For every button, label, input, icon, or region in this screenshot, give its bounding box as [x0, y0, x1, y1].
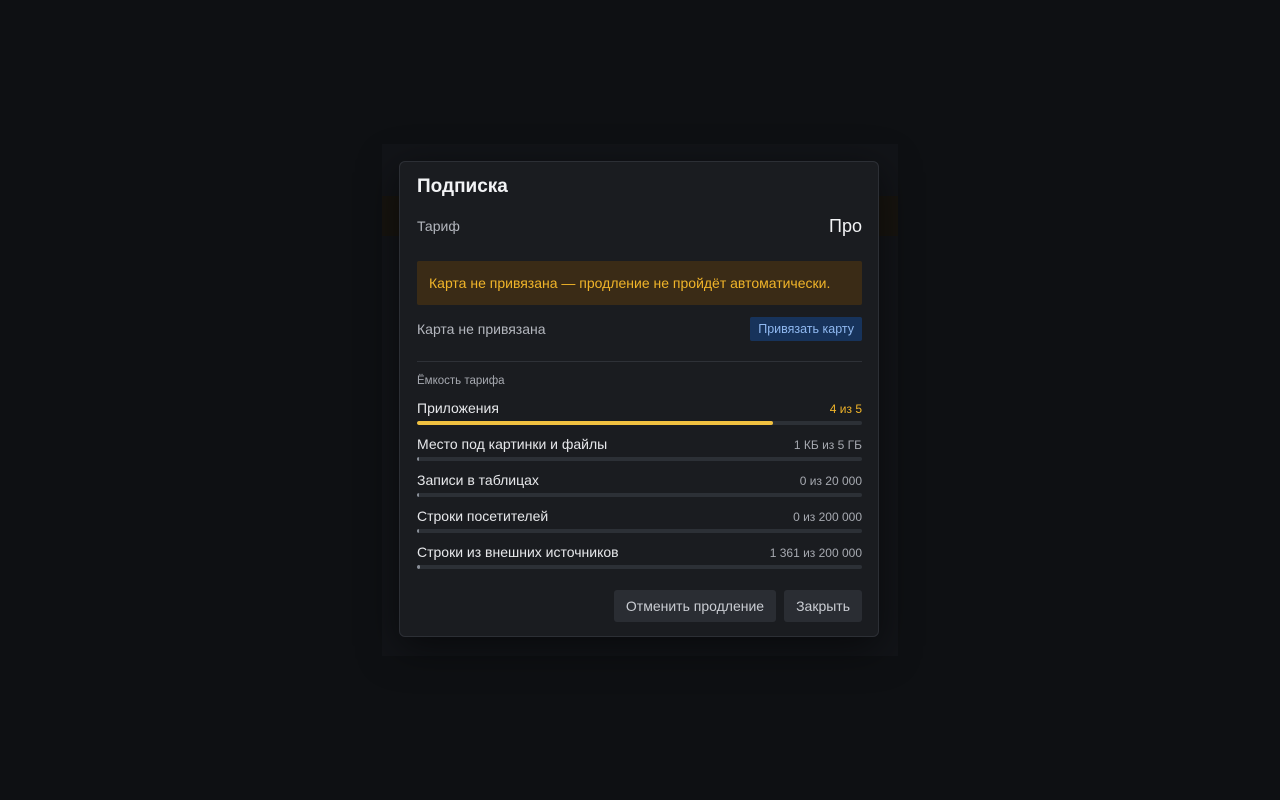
dialog-footer: Отменить продление Закрыть	[613, 590, 862, 622]
usage-row-apps: Приложения 4 из 5	[417, 400, 862, 428]
usage-bar	[417, 565, 862, 569]
usage-name: Место под картинки и файлы	[417, 436, 608, 452]
usage-row-table-records: Записи в таблицах 0 из 20 000	[417, 472, 862, 500]
usage-value: 0 из 20 000	[799, 474, 862, 488]
usage-bar-fill	[417, 529, 419, 533]
usage-bar	[417, 457, 862, 461]
usage-row-external-rows: Строки из внешних источников 1 361 из 20…	[417, 544, 862, 572]
usage-bar-fill	[417, 565, 421, 569]
usage-name: Строки из внешних источников	[417, 544, 619, 560]
usage-value: 0 из 200 000	[793, 510, 862, 524]
plan-row: Тариф Про	[417, 214, 862, 238]
usage-bar-fill	[417, 421, 773, 425]
divider	[417, 361, 862, 362]
card-warning-text: Карта не привязана — продление не пройдё…	[429, 275, 831, 291]
usage-bar	[417, 421, 862, 425]
usage-bar-fill	[417, 457, 419, 461]
card-status-label: Карта не привязана	[417, 321, 546, 337]
plan-value: Про	[829, 215, 862, 236]
capacity-section-label: Ёмкость тарифа	[417, 375, 505, 387]
card-warning-banner: Карта не привязана — продление не пройдё…	[417, 261, 862, 305]
bind-card-button[interactable]: Привязать карту	[750, 317, 862, 341]
usage-name: Записи в таблицах	[417, 472, 539, 488]
usage-bar	[417, 493, 862, 497]
usage-row-visitor-rows: Строки посетителей 0 из 200 000	[417, 508, 862, 536]
card-row: Карта не привязана Привязать карту	[417, 317, 862, 341]
usage-bar-fill	[417, 493, 419, 497]
usage-name: Строки посетителей	[417, 508, 549, 524]
subscription-dialog: Подписка Тариф Про Карта не привязана — …	[399, 161, 879, 637]
usage-name: Приложения	[417, 400, 499, 416]
usage-value: 1 КБ из 5 ГБ	[793, 438, 862, 452]
plan-label: Тариф	[417, 218, 460, 234]
cancel-renewal-button[interactable]: Отменить продление	[613, 590, 777, 622]
usage-value: 1 361 из 200 000	[769, 546, 862, 560]
close-button[interactable]: Закрыть	[784, 590, 862, 622]
usage-bar	[417, 529, 862, 533]
dialog-title: Подписка	[417, 176, 508, 197]
usage-row-storage: Место под картинки и файлы 1 КБ из 5 ГБ	[417, 436, 862, 464]
usage-value: 4 из 5	[829, 402, 862, 416]
